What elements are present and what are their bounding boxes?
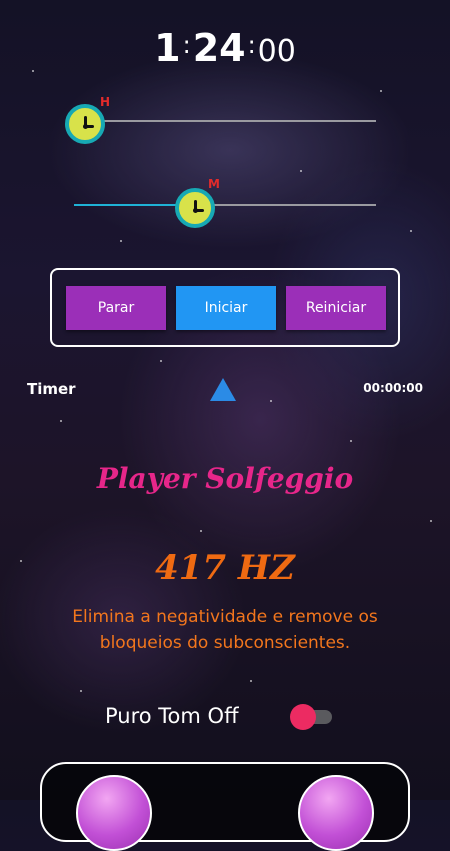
control-button-group: Parar Iniciar Reiniciar bbox=[50, 268, 400, 347]
player-left-button[interactable] bbox=[76, 775, 152, 851]
hours-slider-tag: H bbox=[100, 95, 111, 109]
player-title: Player Solfeggio bbox=[96, 462, 354, 495]
timer-label: Timer bbox=[27, 380, 76, 398]
stop-button[interactable]: Parar bbox=[66, 286, 166, 330]
hours-slider-clock-icon[interactable] bbox=[65, 104, 105, 144]
clock-separator: : bbox=[247, 31, 256, 59]
clock-minutes: 24 bbox=[192, 26, 246, 70]
start-button[interactable]: Iniciar bbox=[176, 286, 276, 330]
timer-value: 00:00:00 bbox=[363, 381, 423, 395]
frequency-description: Elimina a negatividade e remove os bloqu… bbox=[72, 607, 378, 653]
clock-separator: : bbox=[182, 31, 191, 59]
clock-seconds: 00 bbox=[257, 34, 296, 69]
frequency-label: 417 HZ bbox=[155, 548, 295, 588]
pure-tone-label: Puro Tom Off bbox=[105, 704, 239, 728]
time-display: 1:24:00 bbox=[0, 26, 450, 70]
minutes-slider-fill bbox=[74, 204, 180, 206]
minutes-slider-tag: M bbox=[208, 177, 220, 191]
hours-slider-track[interactable] bbox=[80, 120, 376, 122]
triangle-up-icon[interactable] bbox=[210, 378, 236, 401]
clock-hours: 1 bbox=[154, 26, 181, 70]
minutes-slider-track[interactable] bbox=[74, 204, 376, 206]
pure-tone-toggle-thumb[interactable] bbox=[290, 704, 316, 730]
restart-button[interactable]: Reiniciar bbox=[286, 286, 386, 330]
player-right-button[interactable] bbox=[298, 775, 374, 851]
minutes-slider-clock-icon[interactable] bbox=[175, 188, 215, 228]
